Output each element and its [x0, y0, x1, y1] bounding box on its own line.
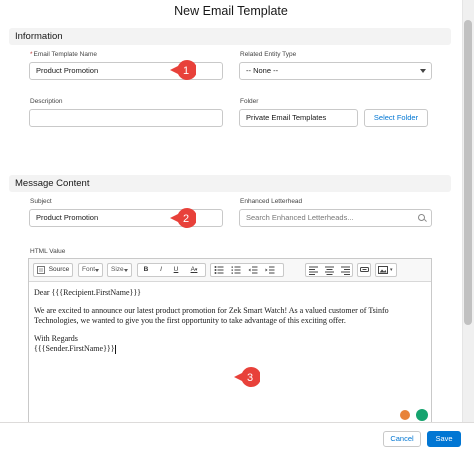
editor-closing: With Regards [34, 334, 78, 343]
chevron-down-icon [124, 269, 128, 272]
indent-icon[interactable] [265, 265, 275, 275]
insert-image-button[interactable]: ▾ [375, 263, 397, 277]
numbered-list-icon[interactable] [231, 265, 241, 275]
bold-button[interactable]: B [139, 264, 153, 276]
modal-footer: Cancel Save [0, 422, 474, 455]
align-right-icon[interactable] [341, 266, 350, 275]
editor-toolbar: Source Font Size B I U A▾ ▾ [29, 259, 431, 282]
insert-link-button[interactable] [357, 263, 371, 277]
source-icon [37, 266, 45, 274]
related-entity-type-value: -- None -- [246, 66, 279, 75]
align-button-group [305, 263, 353, 277]
cancel-button[interactable]: Cancel [383, 431, 421, 447]
folder-label: Folder [240, 98, 259, 105]
email-template-name-label-text: Email Template Name [33, 51, 97, 58]
editor-body-paragraph: We are excited to announce our latest pr… [34, 306, 389, 325]
bulleted-list-icon[interactable] [214, 265, 224, 275]
editor-signature: {{{Sender.FirstName}}} [34, 344, 426, 354]
chevron-down-icon [95, 269, 99, 272]
align-center-icon[interactable] [325, 266, 334, 275]
callout-number-1: 1 [183, 65, 189, 77]
html-editor[interactable]: Source Font Size B I U A▾ ▾ Dear {{{Reci… [28, 258, 432, 422]
font-select-label: Font [82, 266, 96, 273]
source-button[interactable]: Source [33, 263, 73, 277]
callout-number-3: 3 [247, 372, 253, 384]
scrollbar-thumb[interactable] [464, 20, 472, 325]
scrollbar-track[interactable] [462, 0, 474, 422]
extension-icon[interactable] [400, 410, 410, 420]
folder-input[interactable]: Private Email Templates [239, 109, 358, 127]
callout-number-2: 2 [183, 213, 189, 225]
source-label: Source [48, 266, 70, 273]
font-select[interactable]: Font [78, 263, 103, 277]
modal-title: New Email Template [174, 4, 288, 18]
related-entity-type-select[interactable]: -- None -- [239, 62, 432, 80]
enhanced-letterhead-label: Enhanced Letterhead [240, 198, 303, 205]
information-section-header: Information [9, 28, 451, 45]
italic-button[interactable]: I [154, 264, 168, 276]
description-label: Description [30, 98, 63, 105]
callout-marker-2: 2 [170, 208, 196, 228]
description-input[interactable] [29, 109, 223, 127]
editor-content[interactable]: Dear {{{Recipient.FirstName}}} We are ex… [34, 288, 426, 354]
align-left-icon[interactable] [309, 266, 318, 275]
editor-greeting: Dear {{{Recipient.FirstName}}} [34, 288, 142, 297]
chevron-down-icon: ▾ [194, 267, 198, 273]
size-select[interactable]: Size [107, 263, 132, 277]
required-asterisk: * [30, 51, 33, 58]
chevron-down-icon: ▾ [390, 267, 393, 273]
new-email-template-modal: New Email Template Information *Email Te… [0, 0, 474, 455]
select-folder-button[interactable]: Select Folder [364, 109, 428, 127]
format-button-group: B I U A▾ [137, 263, 206, 277]
callout-marker-3: 3 [234, 367, 260, 387]
save-button[interactable]: Save [427, 431, 461, 447]
grammarly-icon[interactable] [416, 409, 428, 421]
subject-label: Subject [30, 198, 52, 205]
link-icon [360, 267, 369, 272]
underline-button[interactable]: U [169, 264, 183, 276]
search-icon [418, 214, 425, 221]
editor-signature-text: {{{Sender.FirstName}}} [34, 344, 115, 353]
email-template-name-label: *Email Template Name [30, 51, 97, 59]
text-cursor [114, 344, 116, 354]
list-button-group [210, 263, 284, 277]
chevron-down-icon [420, 69, 426, 73]
enhanced-letterhead-placeholder: Search Enhanced Letterheads... [246, 213, 354, 222]
enhanced-letterhead-search[interactable]: Search Enhanced Letterheads... [239, 209, 432, 227]
callout-marker-1: 1 [170, 60, 196, 80]
text-color-button[interactable]: A▾ [184, 264, 204, 276]
outdent-icon[interactable] [248, 265, 258, 275]
html-value-label: HTML Value [30, 248, 66, 255]
message-content-section-header: Message Content [9, 175, 451, 192]
size-select-label: Size [111, 266, 124, 273]
image-icon [378, 266, 388, 274]
related-entity-type-label: Related Entity Type [240, 51, 297, 58]
